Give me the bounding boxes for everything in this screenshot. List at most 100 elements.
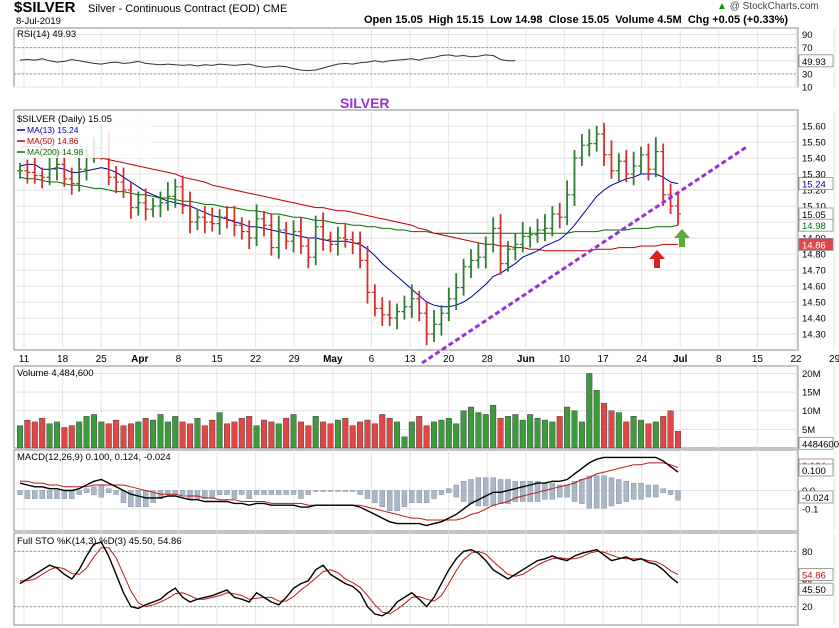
sto-title: Full STO %K(14,3) %D(3) 45.50, 54.86 [17,536,182,547]
macd-histogram-bar [675,490,681,501]
volume-bar [571,410,578,449]
macd-value-label: 0.100 [802,466,826,477]
macd-histogram-bar [83,488,90,493]
sto-tick-label: 20 [802,602,813,613]
macd-histogram-bar [453,484,459,498]
volume-bar [371,423,378,449]
ma50-label: 14.86 [802,240,826,251]
volume-bar [90,414,97,449]
macd-histogram-bar [394,490,400,511]
volume-tick-label: 20M [802,369,821,380]
volume-bar [615,412,622,449]
x-tick-label: May [323,354,343,365]
macd-histogram-bar [460,481,467,502]
legend-entry: MA(13) 15.24 [27,125,79,135]
macd-histogram-bar [586,475,592,509]
volume-bar [53,421,60,449]
macd-histogram-bar [24,490,31,499]
macd-histogram-bar [468,479,474,504]
x-tick-label: Apr [131,354,148,365]
rsi-tick-label: 70 [802,43,813,54]
volume-tick-label: 15M [802,388,821,399]
x-tick-label: 6 [369,354,375,365]
x-tick-label: 24 [636,354,648,365]
macd-histogram-bar [276,490,282,495]
volume-bar [283,417,290,449]
ma200-label: 14.98 [802,221,826,232]
macd-histogram-bar [372,490,378,503]
volume-last-label: 4484600 [802,439,839,450]
volume-bar [290,414,297,449]
volume-bar [490,404,497,449]
macd-histogram-bar [69,490,75,499]
macd-histogram-bar [660,488,666,493]
price-tick-label: 15.40 [802,154,826,165]
macd-histogram-bar [638,482,644,500]
x-tick-label: 20 [443,354,455,365]
macd-histogram-bar [253,490,260,495]
volume-bar [394,421,401,449]
macd-histogram-bar [579,479,585,504]
volume-bar [83,416,90,449]
price-tick-label: 15.60 [802,122,826,133]
stock-chart: 9070503010RSI(14) 49.9349.9315.6015.5015… [13,27,839,626]
volume-bar [497,417,504,449]
macd-histogram-bar [91,486,97,496]
macd-histogram-bar [216,490,223,495]
volume-bar [519,419,526,449]
volume-bar [630,416,637,449]
macd-histogram-bar [357,490,363,495]
volume-bar [194,417,201,449]
volume-bar [482,414,489,449]
macd-histogram-bar [76,490,82,495]
macd-histogram-bar [475,477,482,507]
volume-bar [17,425,24,449]
volume-bar [142,417,149,449]
legend-entry: MA(200) 14.98 [27,147,83,157]
volume-bar [564,406,571,449]
volume-bar [320,421,327,449]
macd-histogram-bar [401,490,408,507]
volume-tick-label: 5M [802,425,815,436]
macd-hist-label: -0.024 [802,493,829,504]
macd-histogram-bar [653,484,659,498]
volume-bar [164,421,171,449]
macd-histogram-bar [46,490,53,499]
x-tick-label: 22 [250,354,262,365]
volume-bar [24,419,31,449]
volume-bar [652,421,659,449]
volume-bar [408,421,415,449]
macd-histogram-bar [187,490,193,499]
macd-histogram-bar [120,490,127,503]
volume-bar [512,414,519,449]
volume-bar [431,421,438,449]
volume-bar [275,423,282,449]
volume-bar [608,410,615,449]
volume-bar [135,421,142,449]
volume-bar [31,421,38,449]
volume-bar [312,416,319,449]
volume-bar [357,421,364,449]
x-tick-label: 15 [752,354,764,365]
sto-k-label: 45.50 [802,585,826,596]
macd-histogram-bar [386,490,393,511]
price-tick-label: 14.70 [802,266,826,277]
volume-bar [268,421,275,449]
volume-bar [556,416,563,449]
volume-bar [527,414,534,449]
volume-bar [416,416,423,449]
volume-bar [260,419,267,449]
volume-bar [638,419,645,449]
x-tick-label: 29 [829,354,839,365]
volume-bar [127,423,134,449]
macd-histogram-bar [409,490,415,503]
chart-annotation: SILVER [340,95,390,111]
volume-bar [179,421,186,449]
macd-histogram-bar [342,490,349,492]
volume-bar [216,412,223,449]
volume-bar [467,406,474,449]
x-tick-label: Jul [673,354,688,365]
volume-bar [246,416,253,449]
macd-histogram-bar [98,484,105,498]
legend-entry: MA(50) 14.86 [27,136,79,146]
